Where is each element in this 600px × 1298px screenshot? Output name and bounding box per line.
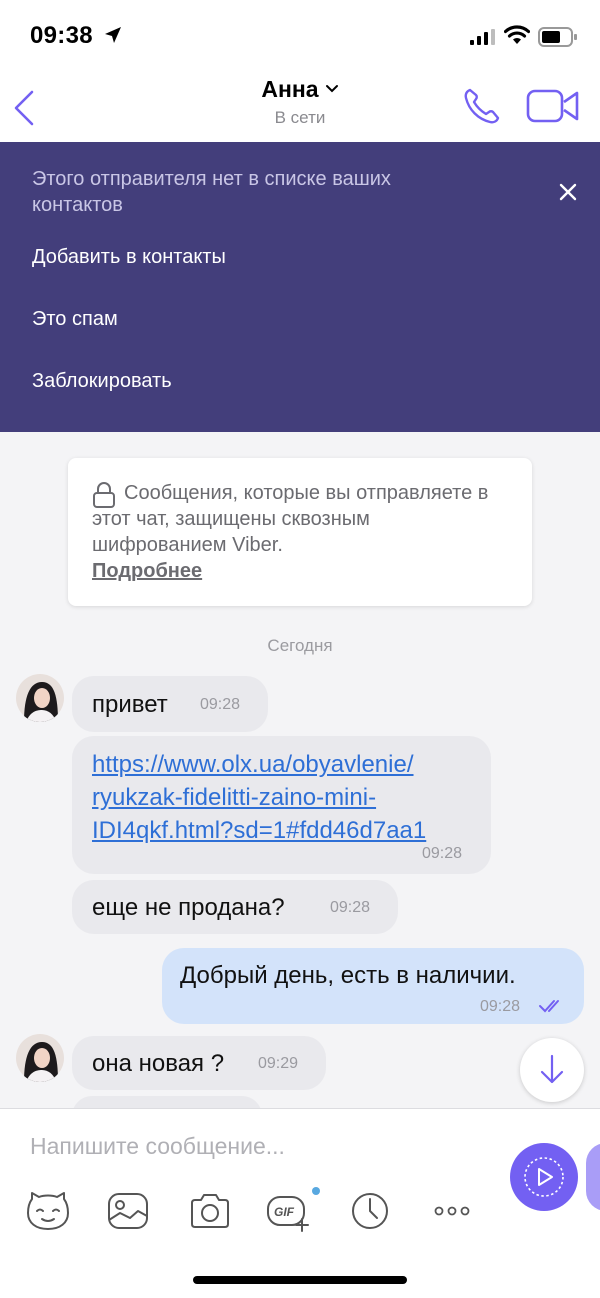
- message-bubble[interactable]: https://www.olx.ua/obyavlenie/ ryukzak-f…: [72, 736, 491, 874]
- status-time: 09:38: [30, 22, 93, 49]
- contact-status: В сети: [274, 108, 326, 127]
- battery-icon: [538, 27, 577, 47]
- message-link[interactable]: https://www.olx.ua/obyavlenie/ ryukzak-f…: [92, 748, 482, 847]
- contact-name: Анна: [261, 76, 319, 102]
- new-indicator-dot: [312, 1187, 320, 1195]
- message-text: еще не продана?: [92, 894, 285, 921]
- unknown-sender-banner: Этого отправителя нет в списке ваших кон…: [0, 142, 600, 432]
- message-composer: GIF: [0, 1108, 600, 1298]
- send-button[interactable]: [510, 1143, 578, 1211]
- block-button[interactable]: Заблокировать: [32, 370, 172, 393]
- message-bubble[interactable]: привет 09:28: [72, 676, 268, 732]
- message-text: она новая ?: [92, 1050, 225, 1077]
- sticker-icon[interactable]: [26, 1189, 70, 1233]
- link-line: ryukzak-fidelitti-zaino-mini-: [92, 784, 377, 811]
- message-text: Добрый день, есть в наличии.: [180, 962, 516, 989]
- avatar[interactable]: [16, 674, 64, 722]
- scroll-to-bottom-button[interactable]: [520, 1038, 584, 1102]
- message-text: привет: [92, 691, 168, 718]
- lock-icon: [93, 482, 115, 508]
- secondary-action-button[interactable]: [586, 1143, 600, 1211]
- gif-icon[interactable]: GIF: [266, 1189, 310, 1233]
- link-line: IDI4qkf.html?sd=1#fdd46d7aa1: [92, 817, 427, 844]
- contact-name-button[interactable]: Анна: [0, 76, 600, 103]
- message-time: 09:28: [330, 899, 371, 916]
- message-bubble-outgoing[interactable]: Добрый день, есть в наличии. 09:28: [162, 948, 584, 1024]
- message-time: 09:28: [480, 998, 521, 1015]
- message-bubble-partial[interactable]: [72, 1096, 262, 1108]
- status-bar: 09:38: [0, 0, 600, 70]
- message-time: 09:28: [200, 696, 241, 713]
- message-bubble[interactable]: она новая ? 09:29: [72, 1036, 326, 1090]
- location-arrow-icon: [105, 27, 121, 43]
- report-spam-button[interactable]: Это спам: [32, 308, 118, 331]
- timer-icon[interactable]: [348, 1189, 392, 1233]
- send-icon: [524, 1157, 564, 1197]
- svg-text:GIF: GIF: [274, 1205, 295, 1219]
- wifi-icon: [504, 25, 530, 44]
- add-to-contacts-button[interactable]: Добавить в контакты: [32, 246, 226, 269]
- link-line: https://www.olx.ua/obyavlenie/: [92, 751, 414, 778]
- encryption-notice: Сообщения, которые вы отправляете в этот…: [68, 458, 532, 606]
- message-input[interactable]: [30, 1129, 490, 1163]
- learn-more-link[interactable]: Подробнее: [92, 558, 508, 584]
- read-receipt-icon: [539, 1000, 559, 1013]
- message-time: 09:29: [258, 1055, 299, 1072]
- chevron-down-icon: [325, 84, 338, 93]
- arrow-down-icon: [540, 1054, 564, 1084]
- avatar[interactable]: [16, 1034, 64, 1082]
- home-indicator: [193, 1276, 407, 1284]
- call-button[interactable]: [462, 86, 502, 126]
- encryption-notice-text: Сообщения, которые вы отправляете в этот…: [92, 482, 489, 556]
- camera-icon[interactable]: [188, 1189, 232, 1233]
- message-bubble[interactable]: еще не продана? 09:28: [72, 880, 398, 934]
- cellular-signal-icon: [470, 29, 495, 45]
- close-banner-button[interactable]: [556, 180, 580, 204]
- chat-header: Анна В сети: [0, 70, 600, 142]
- video-call-button[interactable]: [526, 88, 580, 124]
- more-icon[interactable]: [430, 1189, 474, 1233]
- date-separator: Сегодня: [267, 636, 333, 655]
- gallery-icon[interactable]: [106, 1189, 150, 1233]
- message-time: 09:28: [422, 845, 463, 862]
- banner-note: Этого отправителя нет в списке ваших кон…: [32, 168, 391, 216]
- chat-area[interactable]: Сообщения, которые вы отправляете в этот…: [0, 432, 600, 1108]
